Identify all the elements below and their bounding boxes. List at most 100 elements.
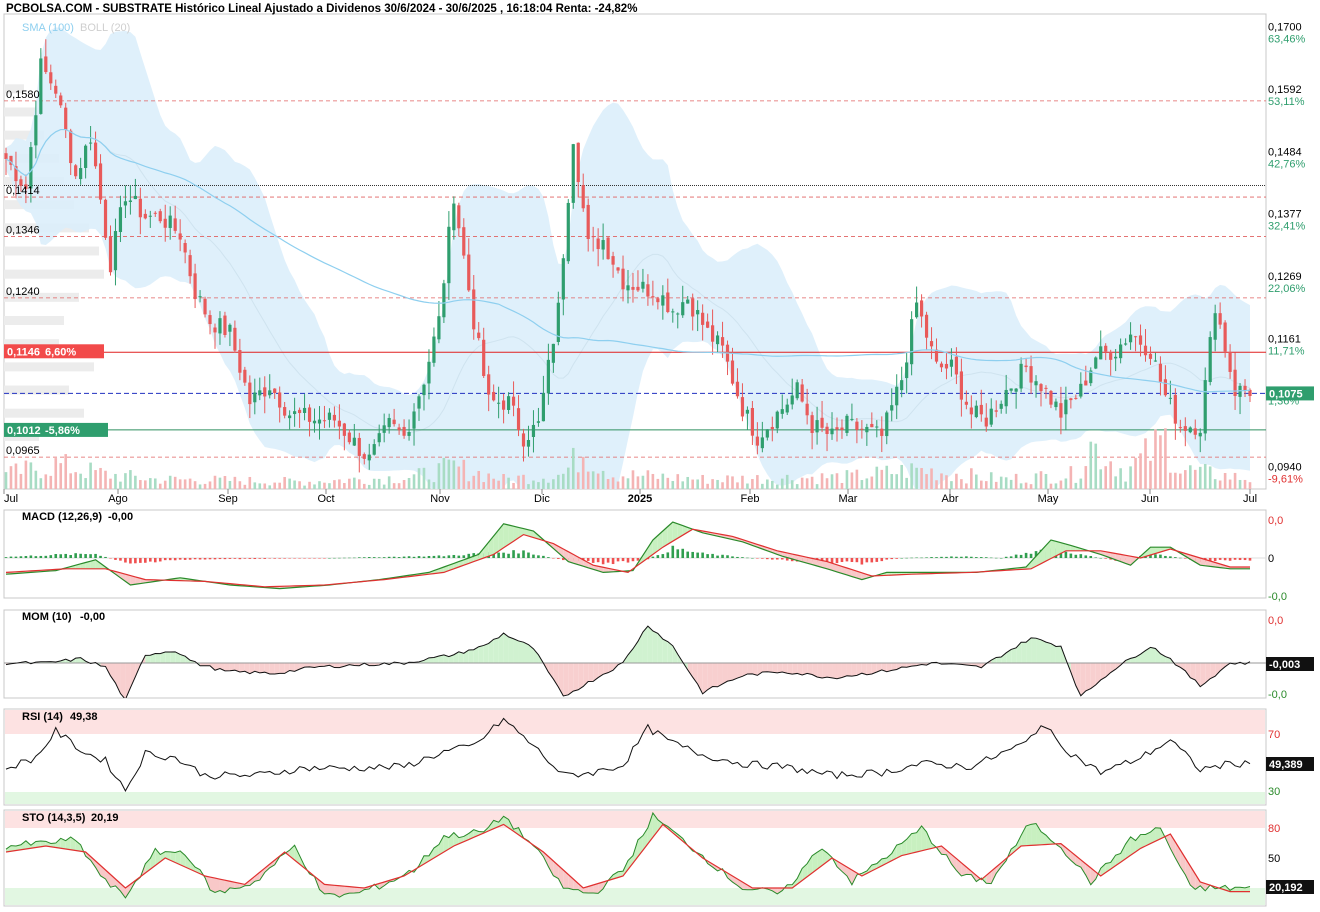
volume-profile-bar — [4, 362, 94, 372]
volume-bar — [726, 475, 729, 489]
volume-bar — [701, 474, 704, 489]
volume-bar — [666, 477, 670, 489]
candle-body — [820, 417, 824, 428]
macd-histogram-bar — [44, 555, 48, 558]
price-tick-percent: 22,06% — [1268, 283, 1306, 295]
volume-bar — [24, 460, 28, 489]
candle-body — [934, 349, 939, 362]
volume-bar — [621, 476, 625, 489]
macd-histogram-bar — [736, 556, 739, 558]
candle-body — [561, 258, 565, 300]
legend-boll: BOLL (20) — [80, 22, 130, 34]
price-tick-percent: 42,76% — [1268, 159, 1306, 171]
volume-bar — [870, 476, 874, 489]
volume-bar — [731, 476, 734, 489]
macd-histogram-bar — [323, 558, 326, 559]
macd-histogram-bar — [308, 558, 311, 559]
momentum-fill — [1041, 639, 1046, 663]
macd-histogram-bar — [1233, 558, 1237, 560]
macd-histogram-bar — [447, 555, 451, 558]
momentum-fill — [508, 636, 514, 663]
macd-histogram-bar — [547, 557, 550, 558]
macd-histogram-bar — [163, 558, 167, 561]
volume-bar — [895, 474, 899, 489]
candle-body — [949, 359, 954, 367]
x-tick-label: Mar — [839, 493, 858, 505]
volume-bar — [900, 464, 903, 489]
volume-bar — [144, 480, 147, 489]
macd-histogram-bar — [39, 555, 43, 558]
candle-body — [526, 440, 531, 447]
volume-bar — [487, 473, 490, 489]
volume-bar — [109, 478, 112, 489]
macd-histogram-bar — [1228, 558, 1232, 561]
volume-bar — [1079, 478, 1083, 489]
volume-bar — [686, 476, 690, 489]
volume-bar — [571, 447, 575, 489]
volume-bar — [1009, 479, 1013, 489]
volume-bar — [562, 473, 565, 489]
candle-body — [546, 359, 550, 394]
volume-bar — [1238, 479, 1242, 489]
candle-body — [487, 374, 491, 395]
macd-histogram-bar — [59, 554, 63, 558]
candle-body — [44, 56, 48, 73]
candle-body — [885, 412, 889, 437]
candle-body — [482, 339, 486, 376]
candle-body — [188, 255, 192, 277]
volume-bar — [208, 481, 212, 489]
momentum-fill — [737, 663, 743, 679]
volume-bar — [1213, 479, 1217, 489]
volume-bar — [566, 467, 570, 489]
candle-body — [780, 409, 784, 414]
candle-body — [492, 391, 496, 401]
macd-histogram-bar — [1174, 557, 1177, 558]
candle-body — [322, 420, 327, 422]
candle-body — [760, 437, 764, 449]
macd-histogram-bar — [751, 558, 754, 559]
candle-body — [307, 407, 312, 422]
macd-histogram-bar — [676, 549, 680, 558]
momentum-fill — [727, 663, 733, 682]
candle-body — [671, 311, 675, 313]
current-price-label: 0,1075 — [1269, 388, 1303, 400]
x-tick-label: Feb — [741, 493, 760, 505]
volume-bar — [193, 481, 197, 489]
sto-current-value: 20,192 — [1269, 882, 1303, 894]
macd-histogram-bar — [372, 557, 376, 558]
candle-body — [1233, 369, 1237, 396]
candle-body — [910, 319, 914, 365]
stochastic-fill — [1026, 824, 1032, 846]
macd-histogram-bar — [1094, 557, 1098, 558]
candle-body — [865, 426, 869, 433]
momentum-fill — [568, 663, 574, 695]
candle-body — [611, 256, 615, 265]
mom-current-value: -0,003 — [1269, 659, 1300, 671]
volume-bar — [960, 479, 963, 489]
macd-histogram-bar — [328, 558, 331, 559]
candle-body — [601, 240, 605, 250]
candle-body — [581, 185, 585, 209]
macd-histogram-bar — [611, 558, 615, 565]
volume-bar — [671, 481, 675, 489]
candle-body — [422, 384, 426, 396]
candle-body — [1148, 353, 1153, 359]
macd-histogram-bar — [945, 556, 948, 558]
candle-body — [785, 404, 789, 413]
macd-histogram-bar — [119, 558, 122, 561]
volume-bar — [69, 473, 72, 489]
candle-body — [929, 341, 934, 347]
macd-histogram-bar — [343, 557, 346, 559]
volume-bar — [447, 459, 451, 489]
macd-histogram-bar — [198, 558, 202, 560]
macd-tick-label: -0,0 — [1268, 591, 1287, 603]
candle-body — [984, 417, 988, 427]
volume-bar — [283, 476, 286, 489]
candle-body — [1168, 397, 1172, 399]
macd-histogram-bar — [104, 556, 107, 558]
volume-bar — [716, 479, 719, 489]
macd-histogram-bar — [711, 553, 714, 558]
momentum-fill — [334, 663, 340, 668]
candle-body — [845, 415, 849, 433]
macd-histogram-bar — [243, 558, 247, 559]
